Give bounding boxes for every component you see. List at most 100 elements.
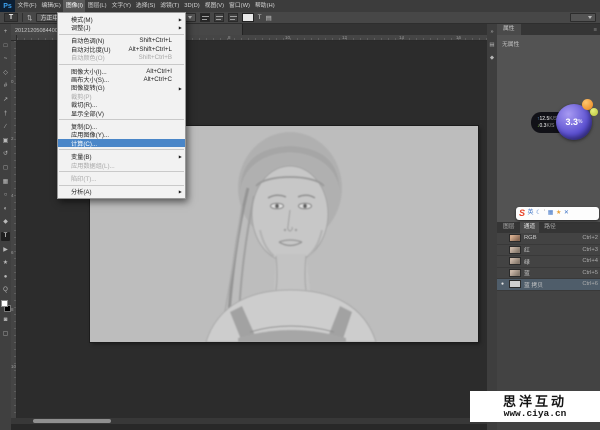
tool-button[interactable]: ∕ [1,123,10,132]
menu-item[interactable] [59,64,184,65]
ime-icon[interactable]: ★ [556,207,561,220]
panel-menu-icon[interactable]: ≡ [594,27,600,33]
tool-button[interactable]: T [1,232,10,241]
color-swatches[interactable] [1,300,11,312]
tool-button[interactable]: Q [1,286,10,295]
tool-button[interactable]: ◻ [1,164,10,173]
text-orientation-icon[interactable]: ⇅ [27,14,32,22]
menu-item[interactable] [59,119,184,120]
ime-icon[interactable]: ✕ [564,207,569,220]
tool-button[interactable]: ▦ [1,178,10,187]
align-center-icon[interactable] [214,13,224,22]
menu-bar-item[interactable]: 图层(L) [85,0,109,12]
tool-button[interactable]: ◇ [1,69,10,78]
menu-item-label: 调整(J) [71,23,91,32]
menu-item[interactable]: 显示全部(V) [58,109,185,117]
menu-item[interactable] [59,149,184,150]
type-tool-preset-icon[interactable]: T [4,13,18,22]
align-right-icon[interactable] [228,13,238,22]
channel-thumbnail [509,280,521,288]
menu-bar-item[interactable]: 3D(D) [182,0,202,12]
menu-item[interactable] [59,185,184,186]
menu-item[interactable] [59,171,184,172]
input-method-toolbar: S 英☾’▦★✕ [516,207,599,220]
menu-bar-item[interactable]: 帮助(H) [252,0,277,12]
tool-button[interactable]: ● [1,273,10,282]
tool-button[interactable]: ↗ [1,96,10,105]
tool-button[interactable]: ★ [1,259,10,268]
tool-button[interactable]: ▣ [1,137,10,146]
ruler-number: 2 [11,136,16,193]
channel-row[interactable]: 红 Ctrl+3 [497,245,600,257]
align-left-icon[interactable] [200,13,210,22]
menu-bar-item[interactable]: 视图(V) [202,0,226,12]
menu-bar-item[interactable]: 图像(I) [63,0,85,12]
tool-button[interactable]: ◆ [1,218,10,227]
panel-tab[interactable]: 路径 [540,222,560,233]
tool-button[interactable]: □ [1,42,10,51]
ruler-number: 10 [11,364,16,421]
tool-button[interactable]: ○ [1,191,10,200]
panel-tab[interactable]: 图层 [499,222,519,233]
scrollbar-thumb[interactable] [33,419,111,423]
menu-item[interactable]: 应用数据组(L)... [58,161,185,169]
channel-name: 蓝 拷贝 [524,280,543,289]
screen-mode-icon[interactable]: ▢ [1,330,10,339]
tab-properties[interactable]: 属性 [497,24,521,35]
channel-row[interactable]: RGB Ctrl+2 [497,233,600,245]
menu-item-shortcut: Shift+Ctrl+B [139,54,179,61]
tool-button[interactable]: ↺ [1,150,10,159]
menu-bar-item[interactable]: 选择(S) [133,0,157,12]
visibility-eye-icon[interactable]: ● [499,281,506,287]
menu-bar-item[interactable]: 编辑(E) [39,0,63,12]
quick-mask-icon[interactable]: ◙ [1,316,10,325]
workspace-select[interactable] [570,13,596,22]
ime-icon[interactable]: ’ [544,207,545,220]
speed-ball-value: 3.3 [566,117,579,127]
sogou-logo-icon[interactable]: S [519,207,525,220]
ime-icon[interactable]: ▦ [548,207,554,220]
channel-shortcut: Ctrl+3 [582,247,598,253]
text-color-swatch[interactable] [242,13,254,22]
dock-icon[interactable]: ◆ [490,55,494,61]
menu-item[interactable]: 调整(J) ▶ [58,23,185,31]
menu-item[interactable] [59,34,184,35]
panel-dock-strip: » ▤ ◆ [487,24,497,430]
panel-tab[interactable]: 通道 [520,222,540,233]
channel-name: 红 [524,245,530,254]
dock-icon[interactable]: » [490,29,493,35]
menu-item[interactable]: 计算(C)... [58,139,185,147]
channel-row[interactable]: 蓝 Ctrl+5 [497,268,600,280]
ruler-number: 0 [11,79,16,136]
dock-icon[interactable]: ▤ [489,42,494,48]
toggle-panels-icon[interactable]: ▤ [266,14,272,22]
menu-item[interactable]: 分析(A) ▶ [58,188,185,196]
tool-button[interactable]: ~ [1,55,10,64]
horizontal-scrollbar[interactable] [11,418,487,424]
menu-item-label: 分析(A) [71,187,92,196]
menu-item[interactable]: 自动颜色(O) Shift+Ctrl+B [58,54,185,62]
warp-text-icon[interactable]: T [258,14,262,21]
tool-list: + □ ~ ◇ # ↗ † ∕ ▣ ↺ ◻ ▦ [1,28,10,295]
channel-shortcut: Ctrl+4 [582,258,598,264]
menu-bar-item[interactable]: 窗口(W) [227,0,253,12]
menu-bar-item[interactable]: 滤镜(T) [158,0,182,12]
ruler-number: 10 [285,35,342,40]
foreground-color-swatch[interactable] [1,300,8,307]
menu-bar-item[interactable]: 文件(F) [15,0,39,12]
tool-button[interactable]: † [1,110,10,119]
channel-row[interactable]: 绿 Ctrl+4 [497,256,600,268]
tool-button[interactable]: ◐ [1,205,10,214]
tool-button[interactable]: # [1,82,10,91]
menu-item-shortcut: Alt+Ctrl+I [146,68,179,75]
watermark: 思洋互动 www.ciya.cn [470,391,600,422]
ime-icon[interactable]: 英 [528,207,534,220]
tool-button[interactable]: + [1,28,10,37]
menu-item-label: 陷印(T)... [71,174,96,183]
menu-bar-item[interactable]: 文字(Y) [109,0,133,12]
ime-icon[interactable]: ☾ [536,207,541,220]
submenu-arrow-icon: ▶ [179,154,182,159]
channel-row[interactable]: ● 蓝 拷贝 Ctrl+6 [497,279,600,291]
menu-item[interactable]: 陷印(T)... [58,174,185,182]
tool-button[interactable]: ▶ [1,246,10,255]
